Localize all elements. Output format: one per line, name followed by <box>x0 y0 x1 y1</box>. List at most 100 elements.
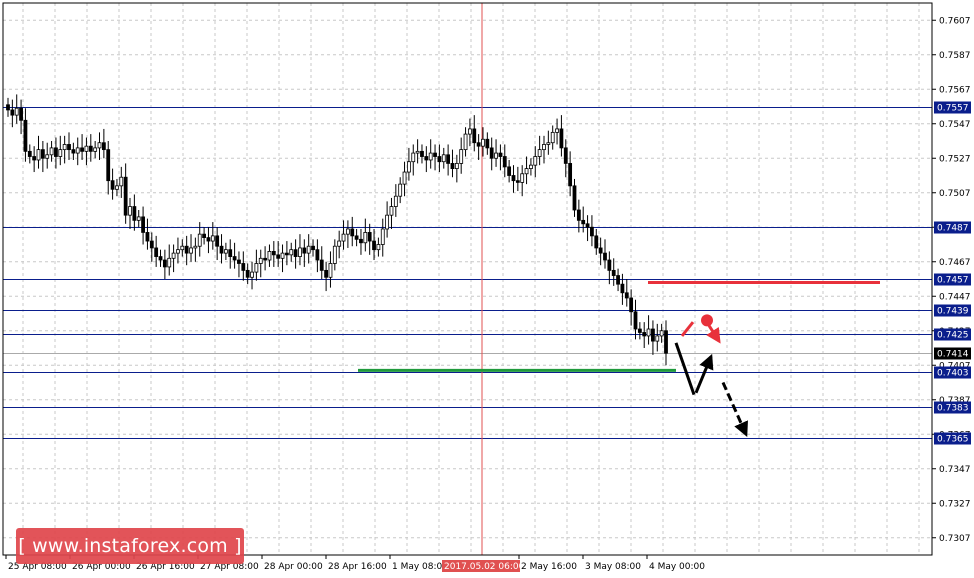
candle-body <box>206 237 211 242</box>
y-tick-label: 0.7507 <box>939 189 971 199</box>
y-tick-label: 0.7447 <box>939 292 971 302</box>
candle-body <box>19 107 23 121</box>
candle-body <box>542 144 546 151</box>
candle-body <box>559 128 564 149</box>
candle-body <box>141 216 145 233</box>
candle-body <box>529 164 533 169</box>
candle-body <box>598 247 603 254</box>
candle-body <box>485 138 490 149</box>
candlesticks <box>6 94 668 366</box>
red-dot <box>701 314 713 327</box>
candle-body <box>254 263 259 273</box>
candle-body <box>84 145 89 152</box>
candle-body <box>167 257 172 268</box>
x-tick-label: 1 May 08:00 <box>392 562 448 572</box>
candle-body <box>232 256 237 261</box>
candle-body <box>341 233 346 242</box>
candle-body <box>27 150 32 157</box>
candle-body <box>49 147 54 156</box>
x-tick-label: 4 May 00:00 <box>649 562 705 572</box>
candle-body <box>380 228 385 245</box>
candle-body <box>524 168 529 175</box>
candle-body <box>228 249 233 257</box>
red-down-arrow <box>706 324 721 344</box>
candle-body <box>319 259 324 271</box>
candle-body <box>54 147 58 157</box>
level-tag-label: 0.7383 <box>937 404 969 414</box>
candle-body <box>145 232 150 242</box>
candle-body <box>385 214 390 230</box>
candle-body <box>655 335 660 342</box>
candle-body <box>472 128 477 144</box>
candle-body <box>115 185 119 190</box>
candle-body <box>132 206 137 221</box>
candle-body <box>407 161 411 173</box>
candle-body <box>664 330 668 354</box>
candle-body <box>210 235 215 242</box>
candle-body <box>311 245 315 251</box>
candle-body <box>171 252 176 259</box>
candle-body <box>359 238 363 244</box>
forecast-drawings <box>358 280 880 437</box>
candle-body <box>633 311 638 330</box>
candle-body <box>481 138 485 147</box>
candle-body <box>415 150 420 154</box>
candle-body <box>581 219 586 225</box>
black-up-arrow <box>694 353 714 394</box>
candle-body <box>197 233 202 247</box>
candle-body <box>215 235 220 247</box>
candle-body <box>603 252 607 261</box>
candle-body <box>119 176 124 187</box>
x-tick-label: 2 May 16:00 <box>521 562 577 572</box>
candle-body <box>572 185 577 211</box>
candle-body <box>241 263 246 271</box>
candle-body <box>555 128 559 133</box>
candle-body <box>136 216 141 221</box>
candle-body <box>411 152 416 163</box>
candle-body <box>424 156 429 161</box>
y-tick-label: 0.7547 <box>939 120 971 130</box>
candle-body <box>97 142 102 149</box>
candle-body <box>223 249 228 254</box>
candle-body <box>489 147 494 159</box>
candle-body <box>520 173 525 183</box>
candle-body <box>637 328 642 333</box>
candle-body <box>546 142 551 145</box>
chart-axes: 0.7607 0.7587 0.7567 0.7547 0.7527 0.7507 0.74… <box>2 2 971 572</box>
candle-body <box>258 257 263 264</box>
candle-body <box>101 142 106 151</box>
candle-body <box>624 292 629 299</box>
candle-body <box>123 176 128 216</box>
candle-body <box>62 144 67 151</box>
level-tag-label: 0.7425 <box>937 331 969 341</box>
level-tag-label: 0.7365 <box>937 435 969 445</box>
candle-body <box>71 149 76 154</box>
candle-body <box>332 245 337 264</box>
candle-body <box>162 259 167 268</box>
candle-body <box>189 247 193 254</box>
candle-body <box>533 156 538 166</box>
candle-body <box>328 263 333 278</box>
candle-body <box>468 128 472 135</box>
candle-body <box>67 144 71 151</box>
candle-body <box>36 149 41 161</box>
candle-body <box>75 147 80 154</box>
candle-body <box>284 252 289 256</box>
candle-body <box>511 175 516 182</box>
candle-body <box>276 254 281 259</box>
candle-body <box>376 244 381 251</box>
candle-body <box>372 240 376 251</box>
candle-body <box>642 332 647 337</box>
candle-body <box>463 133 468 151</box>
x-highlight-label: 2017.05.02 06:00 <box>444 562 525 572</box>
candle-body <box>507 166 512 176</box>
candle-body <box>441 154 446 163</box>
candle-body <box>563 147 568 164</box>
candle-body <box>498 152 503 157</box>
x-tick-label: 28 Apr 16:00 <box>328 562 387 572</box>
candle-body <box>45 154 50 159</box>
candle-body <box>659 330 664 337</box>
candle-body <box>14 107 19 116</box>
x-tick-label: 3 May 08:00 <box>585 562 641 572</box>
candle-body <box>219 245 224 254</box>
